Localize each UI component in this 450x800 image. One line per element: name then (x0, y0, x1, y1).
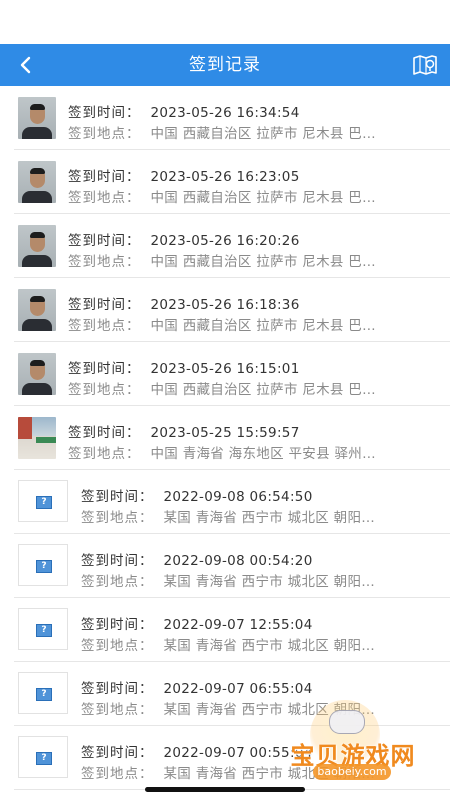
checkin-place-value: 某国 青海省 西宁市 城北区 朝阳… (163, 638, 376, 654)
checkin-photo-placeholder[interactable]: ? (18, 736, 68, 778)
checkin-photo[interactable] (18, 353, 56, 395)
checkin-place-label: 签到地点： (68, 446, 141, 462)
home-indicator (145, 787, 305, 792)
checkin-place-value: 中国 西藏自治区 拉萨市 尼木县 巴… (150, 254, 376, 270)
checkin-place-line: 签到地点： 中国 西藏自治区 拉萨市 尼木县 巴… (68, 122, 428, 142)
checkin-place-line: 签到地点： 中国 西藏自治区 拉萨市 尼木县 巴… (68, 186, 428, 206)
checkin-place-line: 签到地点： 中国 西藏自治区 拉萨市 尼木县 巴… (68, 378, 428, 398)
broken-image-icon: ? (36, 496, 52, 509)
checkin-place-value: 某国 青海省 西宁市 城北区 朝阳… (163, 510, 376, 526)
list-item[interactable]: 签到时间： 2023-05-25 15:59:57 签到地点： 中国 青海省 海东地区… (0, 406, 450, 470)
checkin-time-label: 签到时间： (81, 553, 154, 569)
list-item[interactable]: ? 签到时间： 2022-09-07 12:55:04 签到地点： 某国 青海省 西宁市… (0, 598, 450, 662)
checkin-time-label: 签到时间： (81, 489, 154, 505)
list-item[interactable]: ? 签到时间： 2022-09-08 00:54:20 签到地点： 某国 青海省 西宁市… (0, 534, 450, 598)
nav-bar: 签到记录 (0, 44, 450, 86)
gamepad-icon (329, 710, 365, 734)
checkin-time-label: 签到时间： (81, 617, 154, 633)
checkin-time-value: 2023-05-26 16:23:05 (150, 169, 300, 185)
checkin-time-line: 签到时间： 2023-05-26 16:34:54 (68, 101, 428, 121)
checkin-time-value: 2022-09-08 06:54:50 (163, 489, 313, 505)
checkin-photo-placeholder[interactable]: ? (18, 672, 68, 714)
checkin-photo[interactable] (18, 97, 56, 139)
broken-image-icon: ? (36, 752, 52, 765)
checkin-time-line: 签到时间： 2022-09-07 12:55:04 (81, 613, 428, 633)
checkin-place-line: 签到地点： 中国 青海省 海东地区 平安县 驿州… (68, 442, 428, 462)
checkin-place-label: 签到地点： (81, 510, 154, 526)
checkin-place-value: 中国 西藏自治区 拉萨市 尼木县 巴… (150, 382, 376, 398)
checkin-time-label: 签到时间： (68, 105, 141, 121)
checkin-place-label: 签到地点： (68, 382, 141, 398)
checkin-time-line: 签到时间： 2022-09-08 06:54:50 (81, 485, 428, 505)
list-item[interactable]: 签到时间： 2023-05-26 16:20:26 签到地点： 中国 西藏自治区 拉萨… (0, 214, 450, 278)
broken-image-icon: ? (36, 688, 52, 701)
checkin-time-line: 签到时间： 2023-05-26 16:20:26 (68, 229, 428, 249)
checkin-time-line: 签到时间： 2023-05-25 15:59:57 (68, 421, 428, 441)
checkin-place-value: 中国 西藏自治区 拉萨市 尼木县 巴… (150, 318, 376, 334)
checkin-time-line: 签到时间： 2023-05-26 16:23:05 (68, 165, 428, 185)
checkin-place-line: 签到地点： 某国 青海省 西宁市 城北区 朝阳… (81, 570, 428, 590)
checkin-photo-placeholder[interactable]: ? (18, 544, 68, 586)
checkin-photo-placeholder[interactable]: ? (18, 480, 68, 522)
page-title: 签到记录 (189, 55, 261, 75)
checkin-place-line: 签到地点： 中国 西藏自治区 拉萨市 尼木县 巴… (68, 250, 428, 270)
checkin-photo[interactable] (18, 161, 56, 203)
checkin-record-list[interactable]: 签到时间： 2023-05-26 16:34:54 签到地点： 中国 西藏自治区 拉萨… (0, 86, 450, 800)
list-item[interactable]: ? 签到时间： 2022-09-08 06:54:50 签到地点： 某国 青海省 西宁市… (0, 470, 450, 534)
broken-image-icon: ? (36, 560, 52, 573)
checkin-place-line: 签到地点： 某国 青海省 西宁市 城北区 朝阳… (81, 506, 428, 526)
checkin-time-line: 签到时间： 2023-05-26 16:15:01 (68, 357, 428, 377)
checkin-time-line: 签到时间： 2022-09-07 06:55:04 (81, 677, 428, 697)
checkin-time-value: 2023-05-26 16:34:54 (150, 105, 300, 121)
checkin-time-label: 签到时间： (68, 361, 141, 377)
checkin-place-label: 签到地点： (68, 190, 141, 206)
checkin-place-label: 签到地点： (68, 126, 141, 142)
checkin-time-line: 签到时间： 2022-09-08 00:54:20 (81, 549, 428, 569)
checkin-place-label: 签到地点： (68, 318, 141, 334)
list-item[interactable]: 签到时间： 2023-05-26 16:23:05 签到地点： 中国 西藏自治区 拉萨… (0, 150, 450, 214)
watermark-url: baobeiy.com (313, 764, 391, 780)
list-item[interactable]: 签到时间： 2023-05-26 16:15:01 签到地点： 中国 西藏自治区 拉萨… (0, 342, 450, 406)
checkin-time-value: 2022-09-07 12:55:04 (163, 617, 313, 633)
watermark-logo: 宝贝游戏网 baobeiy.com (278, 700, 428, 782)
checkin-place-value: 中国 西藏自治区 拉萨市 尼木县 巴… (150, 190, 376, 206)
checkin-place-label: 签到地点： (81, 766, 154, 782)
checkin-place-line: 签到地点： 中国 西藏自治区 拉萨市 尼木县 巴… (68, 314, 428, 334)
checkin-place-value: 中国 西藏自治区 拉萨市 尼木县 巴… (150, 126, 376, 142)
checkin-photo-placeholder[interactable]: ? (18, 608, 68, 650)
checkin-time-value: 2023-05-26 16:20:26 (150, 233, 300, 249)
checkin-time-value: 2022-09-07 06:55:04 (163, 681, 313, 697)
checkin-time-value: 2023-05-26 16:18:36 (150, 297, 300, 313)
list-item[interactable]: 签到时间： 2023-05-26 16:34:54 签到地点： 中国 西藏自治区 拉萨… (0, 86, 450, 150)
map-button[interactable] (410, 51, 440, 79)
list-item[interactable]: 签到时间： 2023-05-26 16:18:36 签到地点： 中国 西藏自治区 拉萨… (0, 278, 450, 342)
status-bar-area (0, 0, 450, 44)
checkin-time-value: 2022-09-08 00:54:20 (163, 553, 313, 569)
checkin-time-label: 签到时间： (68, 169, 141, 185)
checkin-time-line: 签到时间： 2023-05-26 16:18:36 (68, 293, 428, 313)
checkin-place-value: 某国 青海省 西宁市 城北区 朝阳… (163, 574, 376, 590)
checkin-time-label: 签到时间： (81, 681, 154, 697)
checkin-time-label: 签到时间： (81, 745, 154, 761)
checkin-place-label: 签到地点： (81, 638, 154, 654)
checkin-photo[interactable] (18, 225, 56, 267)
map-location-icon (413, 55, 437, 75)
checkin-place-line: 签到地点： 某国 青海省 西宁市 城北区 朝阳… (81, 634, 428, 654)
checkin-photo[interactable] (18, 289, 56, 331)
checkin-place-value: 中国 青海省 海东地区 平安县 驿州… (150, 446, 376, 462)
checkin-place-label: 签到地点： (81, 702, 154, 718)
checkin-time-label: 签到时间： (68, 425, 141, 441)
checkin-time-value: 2023-05-26 16:15:01 (150, 361, 300, 377)
checkin-photo[interactable] (18, 417, 56, 459)
broken-image-icon: ? (36, 624, 52, 637)
checkin-place-label: 签到地点： (81, 574, 154, 590)
checkin-time-value: 2023-05-25 15:59:57 (150, 425, 300, 441)
checkin-time-label: 签到时间： (68, 297, 141, 313)
checkin-time-label: 签到时间： (68, 233, 141, 249)
checkin-place-label: 签到地点： (68, 254, 141, 270)
